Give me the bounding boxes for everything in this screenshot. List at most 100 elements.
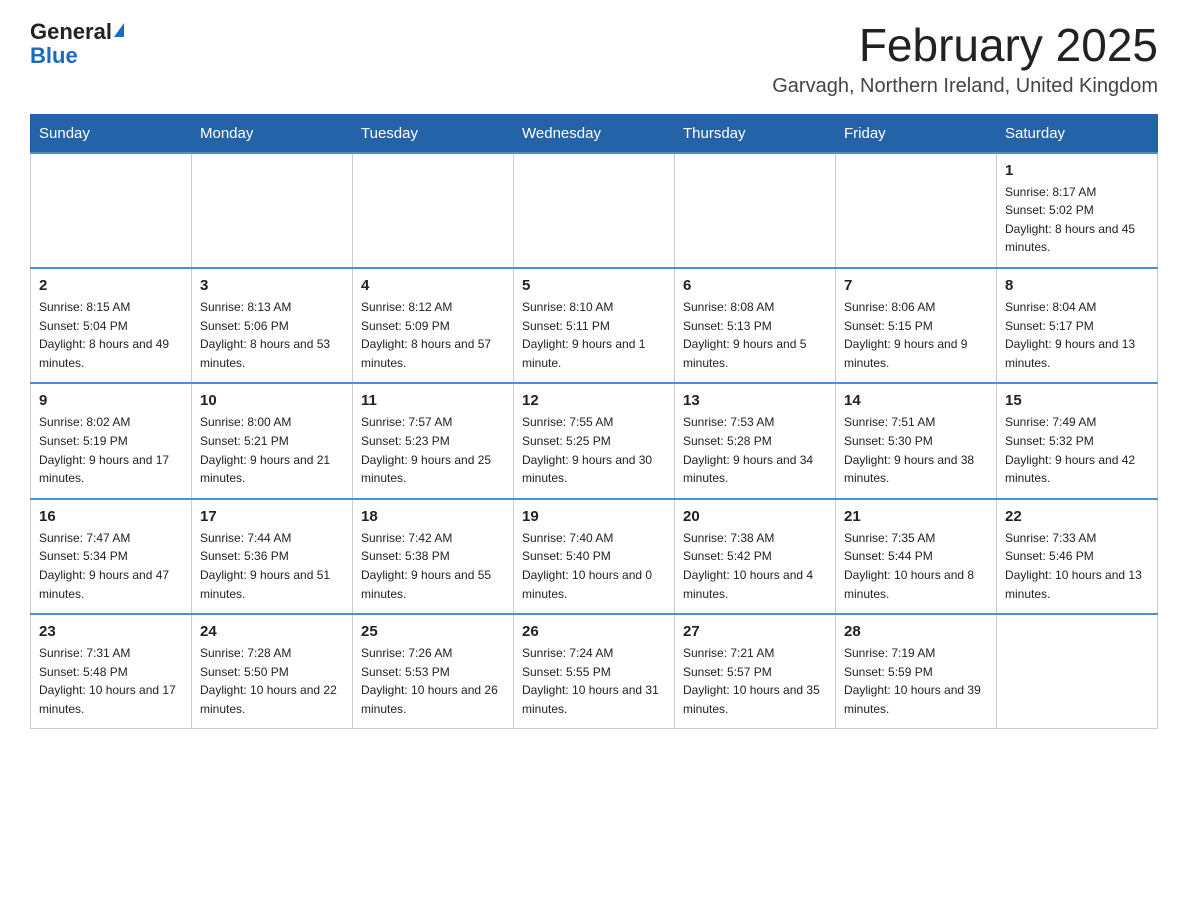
- day-number: 20: [683, 508, 827, 525]
- day-info: Sunrise: 7:24 AMSunset: 5:55 PMDaylight:…: [522, 644, 666, 718]
- day-info: Sunrise: 7:42 AMSunset: 5:38 PMDaylight:…: [361, 529, 505, 603]
- calendar-cell: 20Sunrise: 7:38 AMSunset: 5:42 PMDayligh…: [675, 499, 836, 614]
- day-info: Sunrise: 7:21 AMSunset: 5:57 PMDaylight:…: [683, 644, 827, 718]
- day-number: 12: [522, 392, 666, 409]
- calendar-cell: 23Sunrise: 7:31 AMSunset: 5:48 PMDayligh…: [31, 614, 192, 729]
- calendar-cell: 5 Sunrise: 8:10 AMSunset: 5:11 PMDaylight…: [514, 268, 675, 383]
- calendar-week-row: 2 Sunrise: 8:15 AMSunset: 5:04 PMDaylight…: [31, 268, 1158, 383]
- day-number: 25: [361, 623, 505, 640]
- day-info: Sunrise: 8:06 AMSunset: 5:15 PMDaylight:…: [844, 298, 988, 372]
- calendar-cell: 17 Sunrise: 7:44 AMSunset: 5:36 PMDayligh…: [192, 499, 353, 614]
- calendar-week-row: 16Sunrise: 7:47 AMSunset: 5:34 PMDayligh…: [31, 499, 1158, 614]
- calendar-cell: 9 Sunrise: 8:02 AMSunset: 5:19 PMDaylight…: [31, 383, 192, 498]
- weekday-header-tuesday: Tuesday: [353, 114, 514, 153]
- day-number: 16: [39, 508, 183, 525]
- calendar-cell: 1 Sunrise: 8:17 AMSunset: 5:02 PMDaylight…: [997, 153, 1158, 268]
- calendar-cell: [192, 153, 353, 268]
- title-block: February 2025 Garvagh, Northern Ireland,…: [772, 20, 1158, 98]
- day-info: Sunrise: 8:17 AMSunset: 5:02 PMDaylight:…: [1005, 183, 1149, 257]
- logo-blue-text: Blue: [30, 43, 78, 68]
- page-header: General Blue February 2025 Garvagh, Nort…: [30, 20, 1158, 98]
- day-info: Sunrise: 8:00 AMSunset: 5:21 PMDaylight:…: [200, 413, 344, 487]
- calendar-cell: 16Sunrise: 7:47 AMSunset: 5:34 PMDayligh…: [31, 499, 192, 614]
- day-number: 27: [683, 623, 827, 640]
- calendar-cell: 4 Sunrise: 8:12 AMSunset: 5:09 PMDaylight…: [353, 268, 514, 383]
- calendar-cell: [353, 153, 514, 268]
- day-number: 2: [39, 277, 183, 294]
- calendar-cell: [675, 153, 836, 268]
- calendar-week-row: 1 Sunrise: 8:17 AMSunset: 5:02 PMDaylight…: [31, 153, 1158, 268]
- day-number: 17: [200, 508, 344, 525]
- day-info: Sunrise: 7:49 AMSunset: 5:32 PMDaylight:…: [1005, 413, 1149, 487]
- day-number: 9: [39, 392, 183, 409]
- weekday-header-wednesday: Wednesday: [514, 114, 675, 153]
- calendar-header-row: SundayMondayTuesdayWednesdayThursdayFrid…: [31, 114, 1158, 153]
- day-info: Sunrise: 8:08 AMSunset: 5:13 PMDaylight:…: [683, 298, 827, 372]
- day-number: 26: [522, 623, 666, 640]
- day-info: Sunrise: 8:12 AMSunset: 5:09 PMDaylight:…: [361, 298, 505, 372]
- day-info: Sunrise: 7:33 AMSunset: 5:46 PMDaylight:…: [1005, 529, 1149, 603]
- day-number: 13: [683, 392, 827, 409]
- calendar-week-row: 23Sunrise: 7:31 AMSunset: 5:48 PMDayligh…: [31, 614, 1158, 729]
- day-info: Sunrise: 7:40 AMSunset: 5:40 PMDaylight:…: [522, 529, 666, 603]
- day-info: Sunrise: 7:53 AMSunset: 5:28 PMDaylight:…: [683, 413, 827, 487]
- day-number: 5: [522, 277, 666, 294]
- calendar-cell: [836, 153, 997, 268]
- day-number: 19: [522, 508, 666, 525]
- day-number: 28: [844, 623, 988, 640]
- calendar-cell: [31, 153, 192, 268]
- month-title: February 2025: [772, 20, 1158, 71]
- weekday-header-thursday: Thursday: [675, 114, 836, 153]
- calendar-cell: 19 Sunrise: 7:40 AMSunset: 5:40 PMDayligh…: [514, 499, 675, 614]
- weekday-header-sunday: Sunday: [31, 114, 192, 153]
- day-info: Sunrise: 7:51 AMSunset: 5:30 PMDaylight:…: [844, 413, 988, 487]
- day-info: Sunrise: 7:55 AMSunset: 5:25 PMDaylight:…: [522, 413, 666, 487]
- day-info: Sunrise: 8:04 AMSunset: 5:17 PMDaylight:…: [1005, 298, 1149, 372]
- day-info: Sunrise: 7:44 AMSunset: 5:36 PMDaylight:…: [200, 529, 344, 603]
- logo-triangle-icon: [114, 23, 124, 37]
- day-number: 3: [200, 277, 344, 294]
- day-number: 10: [200, 392, 344, 409]
- logo-general-text: General: [30, 20, 112, 44]
- day-info: Sunrise: 7:19 AMSunset: 5:59 PMDaylight:…: [844, 644, 988, 718]
- weekday-header-saturday: Saturday: [997, 114, 1158, 153]
- day-number: 7: [844, 277, 988, 294]
- weekday-header-monday: Monday: [192, 114, 353, 153]
- day-number: 14: [844, 392, 988, 409]
- calendar-cell: 3Sunrise: 8:13 AMSunset: 5:06 PMDaylight…: [192, 268, 353, 383]
- day-number: 8: [1005, 277, 1149, 294]
- calendar-cell: 11Sunrise: 7:57 AMSunset: 5:23 PMDayligh…: [353, 383, 514, 498]
- day-number: 1: [1005, 162, 1149, 179]
- calendar-table: SundayMondayTuesdayWednesdayThursdayFrid…: [30, 114, 1158, 730]
- day-number: 6: [683, 277, 827, 294]
- calendar-cell: 14 Sunrise: 7:51 AMSunset: 5:30 PMDayligh…: [836, 383, 997, 498]
- day-info: Sunrise: 7:28 AMSunset: 5:50 PMDaylight:…: [200, 644, 344, 718]
- day-info: Sunrise: 8:15 AMSunset: 5:04 PMDaylight:…: [39, 298, 183, 372]
- calendar-cell: 28 Sunrise: 7:19 AMSunset: 5:59 PMDayligh…: [836, 614, 997, 729]
- calendar-week-row: 9 Sunrise: 8:02 AMSunset: 5:19 PMDaylight…: [31, 383, 1158, 498]
- calendar-cell: 13 Sunrise: 7:53 AMSunset: 5:28 PMDayligh…: [675, 383, 836, 498]
- calendar-cell: 21Sunrise: 7:35 AMSunset: 5:44 PMDayligh…: [836, 499, 997, 614]
- calendar-cell: 8 Sunrise: 8:04 AMSunset: 5:17 PMDaylight…: [997, 268, 1158, 383]
- day-info: Sunrise: 8:02 AMSunset: 5:19 PMDaylight:…: [39, 413, 183, 487]
- calendar-cell: 25 Sunrise: 7:26 AMSunset: 5:53 PMDayligh…: [353, 614, 514, 729]
- day-number: 15: [1005, 392, 1149, 409]
- day-number: 24: [200, 623, 344, 640]
- day-info: Sunrise: 8:10 AMSunset: 5:11 PMDaylight:…: [522, 298, 666, 372]
- day-number: 21: [844, 508, 988, 525]
- day-info: Sunrise: 7:57 AMSunset: 5:23 PMDaylight:…: [361, 413, 505, 487]
- calendar-cell: 15 Sunrise: 7:49 AMSunset: 5:32 PMDayligh…: [997, 383, 1158, 498]
- calendar-cell: 7 Sunrise: 8:06 AMSunset: 5:15 PMDaylight…: [836, 268, 997, 383]
- calendar-cell: 26 Sunrise: 7:24 AMSunset: 5:55 PMDayligh…: [514, 614, 675, 729]
- day-number: 22: [1005, 508, 1149, 525]
- location-title: Garvagh, Northern Ireland, United Kingdo…: [772, 75, 1158, 98]
- day-number: 4: [361, 277, 505, 294]
- logo: General Blue: [30, 20, 124, 68]
- weekday-header-friday: Friday: [836, 114, 997, 153]
- calendar-cell: 12 Sunrise: 7:55 AMSunset: 5:25 PMDayligh…: [514, 383, 675, 498]
- calendar-cell: 18 Sunrise: 7:42 AMSunset: 5:38 PMDayligh…: [353, 499, 514, 614]
- day-info: Sunrise: 7:26 AMSunset: 5:53 PMDaylight:…: [361, 644, 505, 718]
- day-number: 23: [39, 623, 183, 640]
- calendar-cell: 22 Sunrise: 7:33 AMSunset: 5:46 PMDayligh…: [997, 499, 1158, 614]
- day-number: 18: [361, 508, 505, 525]
